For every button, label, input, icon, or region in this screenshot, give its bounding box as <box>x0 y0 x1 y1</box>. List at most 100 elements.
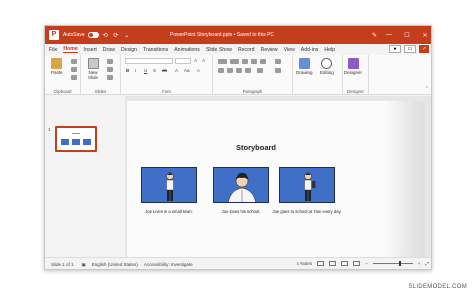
brush-stroke-decoration <box>385 101 425 257</box>
powerpoint-logo-icon: P <box>49 30 59 40</box>
layout-icon[interactable] <box>107 59 113 64</box>
tab-animations[interactable]: Animations <box>174 47 200 53</box>
text-direction-icon[interactable] <box>275 59 281 64</box>
tab-insert[interactable]: Insert <box>84 47 97 53</box>
copy-icon[interactable] <box>71 67 77 72</box>
tab-slide-show[interactable]: Slide Show <box>206 47 232 53</box>
tab-help[interactable]: Help <box>324 47 335 53</box>
designer-button[interactable]: Designer <box>344 58 362 75</box>
paste-button[interactable]: Paste <box>51 58 63 75</box>
pen-icon[interactable]: ✎ <box>372 32 377 39</box>
zoom-out-icon[interactable]: − <box>365 261 368 266</box>
storyboard-panel-1[interactable] <box>141 167 197 203</box>
storyboard-panel-2[interactable] <box>213 167 269 203</box>
increase-indent-icon[interactable] <box>251 59 257 64</box>
slides-group-label: Slides <box>94 89 107 94</box>
drawing-button[interactable]: Drawing <box>296 58 313 75</box>
document-title: PowerPoint Storyboard.pptx • Saved to th… <box>170 32 275 38</box>
spell-check-icon[interactable]: ▣ <box>82 262 86 268</box>
slide-title[interactable]: Storyboard <box>127 143 385 152</box>
window-controls: ✎ — ☐ ✕ <box>372 26 431 44</box>
status-right: ≡ Notes − + ⤢ <box>296 261 429 266</box>
ribbon-tabs: File Home Insert Draw Design Transitions… <box>45 44 431 55</box>
tab-file[interactable]: File <box>49 47 57 53</box>
italic-button[interactable]: I <box>135 68 136 73</box>
tab-add-ins[interactable]: Add-ins <box>301 47 319 53</box>
slide-sorter-icon[interactable] <box>329 261 337 266</box>
editing-button[interactable]: Editing <box>320 58 334 75</box>
justify-icon[interactable] <box>245 68 251 73</box>
tab-transitions[interactable]: Transitions <box>143 47 168 53</box>
collapse-ribbon-icon[interactable]: ⌃ <box>425 86 429 92</box>
share-icon[interactable]: ↗ <box>419 45 429 53</box>
slideshow-view-icon[interactable] <box>353 261 361 266</box>
line-spacing-icon[interactable] <box>260 59 266 64</box>
maximize-button[interactable]: ☐ <box>401 32 413 39</box>
editing-label: Editing <box>320 70 334 75</box>
tab-review[interactable]: Review <box>261 47 278 53</box>
align-text-icon[interactable] <box>275 68 281 73</box>
slide-thumbnail[interactable] <box>55 126 97 152</box>
person-closeup-illustration <box>228 172 256 202</box>
new-slide-button[interactable]: New Slide <box>85 58 101 80</box>
numbering-icon[interactable] <box>230 59 239 64</box>
find-icon <box>321 58 333 69</box>
shadow-button[interactable]: S <box>153 68 156 73</box>
tab-view[interactable]: View <box>284 47 295 53</box>
tab-design[interactable]: Design <box>121 47 137 53</box>
quick-access-toolbar[interactable]: ⟲ ⟳ ⌄ <box>103 32 131 39</box>
bold-button[interactable]: B <box>126 68 129 73</box>
slide-canvas[interactable]: Storyboard Joe Lives in a small town. Jo… <box>127 101 425 257</box>
character-spacing-button[interactable]: A <box>175 68 178 73</box>
zoom-in-icon[interactable]: + <box>418 261 421 266</box>
powerpoint-window: P AutoSave ⟲ ⟳ ⌄ PowerPoint Storyboard.p… <box>44 25 432 270</box>
normal-view-icon[interactable] <box>317 261 325 266</box>
minimize-button[interactable]: — <box>383 32 395 38</box>
reset-icon[interactable] <box>107 67 113 72</box>
ribbon: Paste Clipboard New Slide Slides A A B I… <box>45 55 431 95</box>
thumbnail-number: 1 <box>48 127 51 132</box>
bullets-icon[interactable] <box>218 59 227 64</box>
font-name-select[interactable] <box>125 58 173 64</box>
panel-caption-3[interactable]: Joe goes to school at 7am every day. <box>267 209 347 214</box>
designer-icon <box>347 58 359 69</box>
tab-record[interactable]: Record <box>238 47 255 53</box>
paragraph-group-label: Paragraph <box>242 89 263 94</box>
language-status[interactable]: English (United States) <box>92 262 138 267</box>
cut-icon[interactable] <box>71 59 77 64</box>
align-left-icon[interactable] <box>218 68 224 73</box>
font-group: A A B I U S ab A Aa A Font <box>121 55 213 95</box>
designer-label: Designer <box>344 70 363 75</box>
decrease-indent-icon[interactable] <box>242 59 248 64</box>
record-icon[interactable]: ● <box>389 45 401 53</box>
storyboard-panel-3[interactable] <box>279 167 335 203</box>
paste-label: Paste <box>51 70 63 75</box>
tab-home[interactable]: Home <box>63 46 78 53</box>
font-size-select[interactable] <box>175 58 191 64</box>
underline-button[interactable]: U <box>144 68 147 73</box>
tab-draw[interactable]: Draw <box>103 47 115 53</box>
change-case-button[interactable]: Aa <box>184 68 190 73</box>
drawing-editing-group: Drawing Editing <box>293 55 343 95</box>
align-center-icon[interactable] <box>227 68 233 73</box>
fit-slide-icon[interactable]: ⤢ <box>425 261 429 266</box>
close-button[interactable]: ✕ <box>419 32 431 39</box>
reading-view-icon[interactable] <box>341 261 349 266</box>
comments-icon[interactable]: ▭ <box>404 45 416 53</box>
font-color-button[interactable]: A <box>197 68 200 73</box>
autosave-label: AutoSave <box>63 32 85 38</box>
notes-button[interactable]: ≡ Notes <box>296 261 312 266</box>
section-icon[interactable] <box>107 75 113 80</box>
strikethrough-button[interactable]: ab <box>162 68 167 73</box>
increase-font-icon[interactable]: A <box>194 58 197 63</box>
columns-icon[interactable] <box>257 68 263 73</box>
align-right-icon[interactable] <box>236 68 242 73</box>
accessibility-status[interactable]: Accessibility: Investigate <box>144 262 193 267</box>
slide-thumbnail-pane: 1 <box>45 96 125 257</box>
panel-caption-1[interactable]: Joe Lives in a small town. <box>129 209 209 214</box>
format-painter-icon[interactable] <box>71 75 77 80</box>
zoom-slider[interactable] <box>372 261 413 266</box>
zoom-slider-thumb[interactable] <box>398 261 401 266</box>
autosave-toggle[interactable] <box>87 32 99 38</box>
decrease-font-icon[interactable]: A <box>202 58 205 63</box>
